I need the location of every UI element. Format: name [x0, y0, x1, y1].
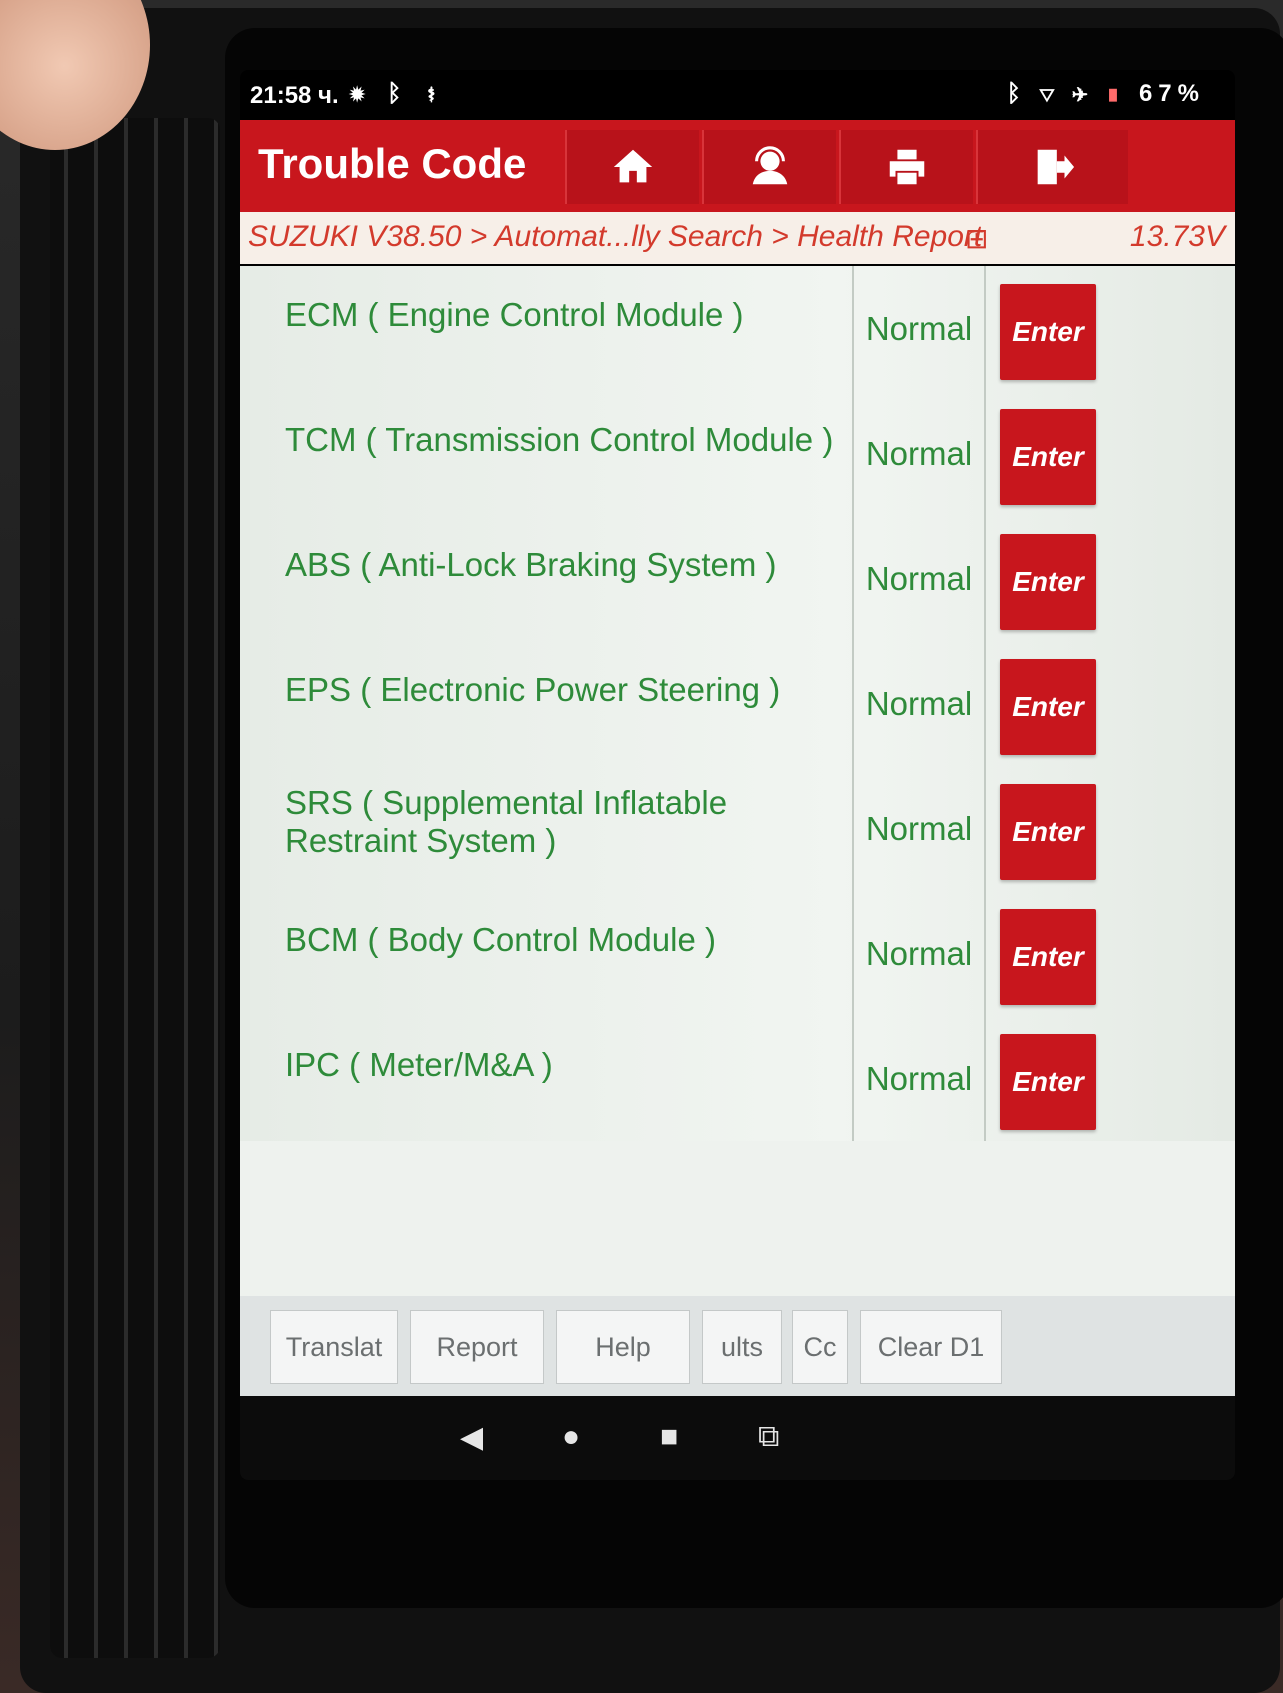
- status-cell: Normal: [852, 1016, 986, 1141]
- bluetooth-icon: ᛒ: [1006, 80, 1028, 107]
- status-cell: Normal: [852, 266, 986, 391]
- module-name: IPC ( Meter/M&A ): [285, 1046, 553, 1083]
- home-button[interactable]: [565, 130, 699, 204]
- clear-dtc-button[interactable]: Clear D1: [860, 1310, 1002, 1384]
- support-icon: [752, 146, 788, 185]
- enter-button[interactable]: Enter: [1000, 1034, 1096, 1130]
- table-row: IPC ( Meter/M&A ) Normal Enter: [240, 1016, 1235, 1143]
- car-battery-icon: ⊞: [965, 223, 989, 254]
- module-status: Normal: [865, 934, 973, 972]
- home-circle-icon[interactable]: ●: [562, 1420, 580, 1454]
- breadcrumb-path[interactable]: SUZUKI V38.50 > Automat...lly Search > H…: [248, 220, 982, 254]
- table-row: BCM ( Body Control Module ) Normal Enter: [240, 891, 1235, 1018]
- table-row: EPS ( Electronic Power Steering ) Normal…: [240, 641, 1235, 768]
- bottom-toolbar: Translat Report Help ults Cc Clear D1: [240, 1296, 1235, 1396]
- back-icon[interactable]: ◀: [460, 1420, 483, 1455]
- airplane-icon: ✈: [1072, 80, 1094, 107]
- status-bar: 21:58 ч. ✹ ᛒ ⚕ ᛒ ▽ ✈ ▮ 67%: [240, 70, 1235, 120]
- enter-button[interactable]: Enter: [1000, 659, 1096, 755]
- recents-icon[interactable]: ■: [660, 1420, 678, 1454]
- table-row: TCM ( Transmission Control Module ) Norm…: [240, 391, 1235, 518]
- print-button[interactable]: [839, 130, 973, 204]
- help-button[interactable]: Help: [556, 1310, 690, 1384]
- gear-icon: ✹: [350, 80, 373, 107]
- wifi-icon: ▽: [1039, 80, 1061, 107]
- module-name: EPS ( Electronic Power Steering ): [285, 671, 781, 708]
- android-nav-bar: ◀ ● ■ ⧉: [240, 1396, 1235, 1480]
- print-icon: [889, 149, 925, 185]
- module-name: BCM ( Body Control Module ): [285, 921, 716, 958]
- table-row: ABS ( Anti-Lock Braking System ) Normal …: [240, 516, 1235, 643]
- enter-button[interactable]: Enter: [1000, 784, 1096, 880]
- table-row: ECM ( Engine Control Module ) Normal Ent…: [240, 266, 1235, 393]
- status-cell: Normal: [852, 391, 986, 516]
- enter-button[interactable]: Enter: [1000, 284, 1096, 380]
- status-left-icons: ✹ ᛒ ⚕: [350, 80, 447, 108]
- stethoscope-icon: ⚕: [424, 80, 447, 107]
- report-button[interactable]: Report: [410, 1310, 544, 1384]
- clear-codes-button[interactable]: Cc: [792, 1310, 848, 1384]
- module-status: Normal: [865, 309, 973, 347]
- battery-percent: 67%: [1138, 80, 1205, 107]
- battery-voltage: 13.73V: [1129, 220, 1225, 253]
- module-status: Normal: [865, 434, 973, 472]
- module-name: TCM ( Transmission Control Module ): [285, 421, 834, 458]
- breadcrumb: SUZUKI V38.50 > Automat...lly Search > H…: [240, 212, 1235, 264]
- bluetooth-icon: ᛒ: [387, 80, 410, 107]
- page-title: Trouble Code: [258, 140, 527, 187]
- status-cell: Normal: [852, 516, 986, 641]
- module-list: ECM ( Engine Control Module ) Normal Ent…: [240, 266, 1235, 1296]
- exit-icon: [1037, 149, 1075, 185]
- rubber-grip: [50, 118, 220, 1658]
- module-status: Normal: [865, 559, 973, 597]
- status-right-icons: ᛒ ▽ ✈ ▮ 67%: [1007, 80, 1205, 108]
- status-cell: Normal: [852, 641, 986, 766]
- screenshot-icon[interactable]: ⧉: [758, 1420, 779, 1454]
- table-row: SRS ( Supplemental Inflatable Restraint …: [240, 766, 1235, 893]
- module-name: SRS ( Supplemental Inflatable Restraint …: [285, 784, 728, 859]
- enter-button[interactable]: Enter: [1000, 534, 1096, 630]
- status-cell: Normal: [852, 766, 986, 891]
- enter-button[interactable]: Enter: [1000, 409, 1096, 505]
- screen: 21:58 ч. ✹ ᛒ ⚕ ᛒ ▽ ✈ ▮ 67% Trouble Code …: [240, 70, 1235, 1480]
- home-icon: [613, 149, 653, 183]
- battery-icon: ▮: [1105, 80, 1127, 107]
- results-button[interactable]: ults: [702, 1310, 782, 1384]
- module-status: Normal: [865, 1059, 973, 1097]
- translate-button[interactable]: Translat: [270, 1310, 398, 1384]
- list-empty-area: [240, 1141, 1235, 1296]
- support-button[interactable]: [702, 130, 836, 204]
- enter-button[interactable]: Enter: [1000, 909, 1096, 1005]
- clock: 21:58 ч.: [250, 82, 339, 109]
- module-status: Normal: [865, 809, 973, 847]
- app-header: Trouble Code: [240, 120, 1235, 212]
- status-cell: Normal: [852, 891, 986, 1016]
- exit-button[interactable]: [976, 130, 1128, 204]
- module-status: Normal: [865, 684, 973, 722]
- module-name: ABS ( Anti-Lock Braking System ): [285, 546, 777, 583]
- module-name: ECM ( Engine Control Module ): [285, 296, 744, 333]
